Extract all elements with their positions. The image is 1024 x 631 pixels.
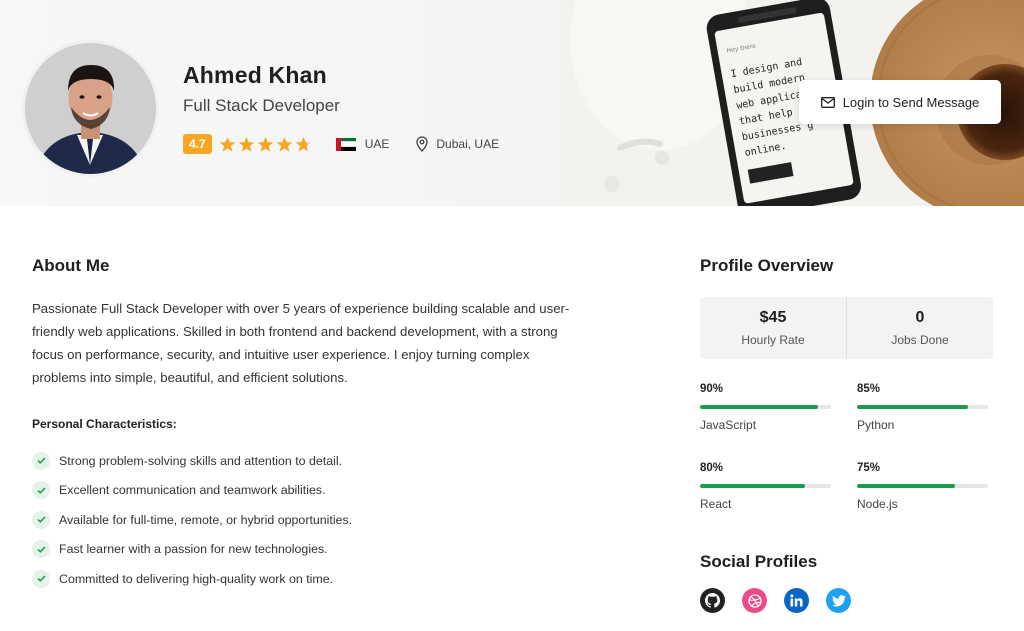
country-label: UAE [364,137,390,151]
stats-panel: $45 Hourly Rate 0 Jobs Done [700,297,993,359]
skill-nodejs: 75% Node.js [857,462,988,511]
list-item-text: Strong problem-solving skills and attent… [59,453,343,468]
list-item-text: Fast learner with a passion for new tech… [59,542,328,557]
skill-progress-bar [857,484,988,488]
skill-name: Node.js [857,497,898,511]
list-item: Available for full-time, remote, or hybr… [32,505,352,535]
skill-javascript: 90% JavaScript [700,383,831,432]
profile-name: Ahmed Khan [183,62,327,88]
github-icon[interactable] [700,588,725,613]
social-links [700,588,868,613]
twitter-icon[interactable] [826,588,851,613]
jobs-done-stat: 0 Jobs Done [846,297,993,359]
rating-badge: 4.7 [183,134,212,154]
list-item: Excellent communication and teamwork abi… [32,476,352,506]
check-icon [32,540,50,559]
login-to-send-message-button[interactable]: Login to Send Message [799,80,1001,124]
skill-progress-fill [857,405,969,409]
characteristics-title: Personal Characteristics: [32,417,177,431]
star-icon [238,136,254,151]
check-icon [32,481,50,500]
skill-progress-fill [700,405,818,409]
skill-name: Python [857,418,895,432]
rating-stars [219,136,314,153]
check-icon [32,569,50,588]
profile-meta-row: 4.7 UAE Dubai, UAE [183,132,499,156]
hourly-rate-stat: $45 Hourly Rate [700,297,846,359]
dribbble-icon[interactable] [742,588,767,613]
list-item: Committed to delivering high-quality wor… [32,564,352,594]
list-item: Fast learner with a passion for new tech… [32,535,352,565]
skill-python: 85% Python [857,383,988,432]
uae-flag-icon [335,137,356,151]
star-icon [219,136,235,151]
skill-percent: 75% [857,462,881,474]
star-icon [276,136,292,151]
list-item-text: Excellent communication and teamwork abi… [59,483,326,498]
skill-react: 80% React [700,462,831,511]
location-label: Dubai, UAE [436,137,500,151]
skill-name: JavaScript [700,418,757,432]
stat-label: Jobs Done [891,333,949,347]
mail-icon [820,96,835,108]
stat-value: $45 [759,309,787,326]
profile-overview-heading: Profile Overview [700,256,834,275]
star-icon [295,136,311,151]
star-icon [257,136,273,151]
skill-percent: 80% [700,462,724,474]
skill-progress-bar [857,405,988,409]
list-item-text: Available for full-time, remote, or hybr… [59,512,353,527]
skill-progress-bar [700,405,831,409]
stat-value: 0 [915,309,925,326]
profile-avatar [22,40,159,177]
stat-label: Hourly Rate [741,333,805,347]
social-profiles-heading: Social Profiles [700,552,818,571]
profile-title: Full Stack Developer [183,96,340,115]
about-text: Passionate Full Stack Developer with ove… [32,301,570,385]
check-icon [32,510,50,529]
characteristics-list: Strong problem-solving skills and attent… [32,446,352,594]
about-heading: About Me [32,256,110,275]
check-icon [32,451,50,470]
skill-progress-fill [700,484,805,488]
skill-name: React [700,497,732,511]
skill-progress-fill [857,484,956,488]
list-item-text: Committed to delivering high-quality wor… [59,571,334,586]
linkedin-icon[interactable] [784,588,809,613]
profile-header-banner: Hey there I design and build modern web … [0,0,1024,206]
skill-percent: 85% [857,383,881,395]
login-button-label: Login to Send Message [842,94,980,110]
skill-progress-bar [700,484,831,488]
location-pin-icon [416,136,429,152]
list-item: Strong problem-solving skills and attent… [32,446,352,476]
skill-percent: 90% [700,383,724,395]
